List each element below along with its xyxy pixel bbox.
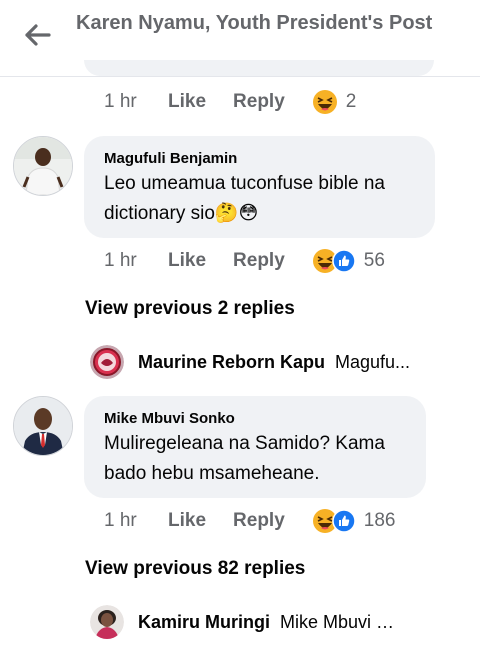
- view-previous-replies-link[interactable]: View previous 82 replies: [85, 558, 305, 580]
- reactions-summary[interactable]: 186: [312, 508, 396, 534]
- reply-button[interactable]: Reply: [233, 250, 285, 272]
- comment-text: Muliregeleana na Samido? Kama bado hebu …: [104, 433, 385, 484]
- reactions-summary[interactable]: 56: [312, 248, 385, 274]
- reply-button[interactable]: Reply: [233, 510, 285, 532]
- previous-comment-bubble: [84, 60, 434, 76]
- reply-author[interactable]: Kamiru Muringi: [138, 612, 270, 633]
- comment-time: 1 hr: [104, 250, 137, 271]
- like-button[interactable]: Like: [168, 510, 206, 532]
- avatar[interactable]: [13, 396, 73, 456]
- reaction-count: 2: [345, 91, 357, 112]
- view-previous-replies-link[interactable]: View previous 2 replies: [85, 298, 295, 320]
- reply-button[interactable]: Reply: [233, 91, 285, 113]
- back-arrow-icon[interactable]: [22, 22, 52, 48]
- like-button[interactable]: Like: [168, 91, 206, 113]
- reactions-summary[interactable]: 2: [312, 89, 357, 115]
- haha-icon: [312, 89, 338, 115]
- comment-actions: 1 hr Like Reply 186: [104, 508, 395, 534]
- page-title: Karen Nyamu, Youth President's Post: [76, 12, 433, 34]
- reply-author[interactable]: Maurine Reborn Kapu: [138, 352, 325, 373]
- comment-time: 1 hr: [104, 510, 137, 531]
- comment-text: Leo umeamua tuconfuse bible na dictionar…: [104, 173, 385, 224]
- comment-actions: 1 hr Like Reply 56: [104, 248, 385, 274]
- reply-snippet: Magufu...: [335, 351, 411, 372]
- comment-author[interactable]: Magufuli Benjamin: [104, 150, 237, 167]
- avatar[interactable]: [13, 136, 73, 196]
- reply-snippet: Mike Mbuvi S...: [280, 611, 401, 632]
- like-icon: [332, 249, 356, 273]
- comment-time: 1 hr: [104, 91, 137, 112]
- avatar[interactable]: [90, 605, 124, 639]
- reaction-count: 186: [363, 510, 396, 531]
- reaction-count: 56: [363, 250, 385, 271]
- latest-reply-preview[interactable]: Maurine Reborn Kapu Magufu...: [90, 344, 460, 380]
- previous-comment-actions: 1 hr Like Reply 2: [104, 89, 356, 115]
- latest-reply-preview[interactable]: Kamiru Muringi Mike Mbuvi S...: [90, 604, 460, 640]
- like-button[interactable]: Like: [168, 250, 206, 272]
- like-icon: [332, 509, 356, 533]
- avatar[interactable]: [90, 345, 124, 379]
- comment-author[interactable]: Mike Mbuvi Sonko: [104, 410, 235, 427]
